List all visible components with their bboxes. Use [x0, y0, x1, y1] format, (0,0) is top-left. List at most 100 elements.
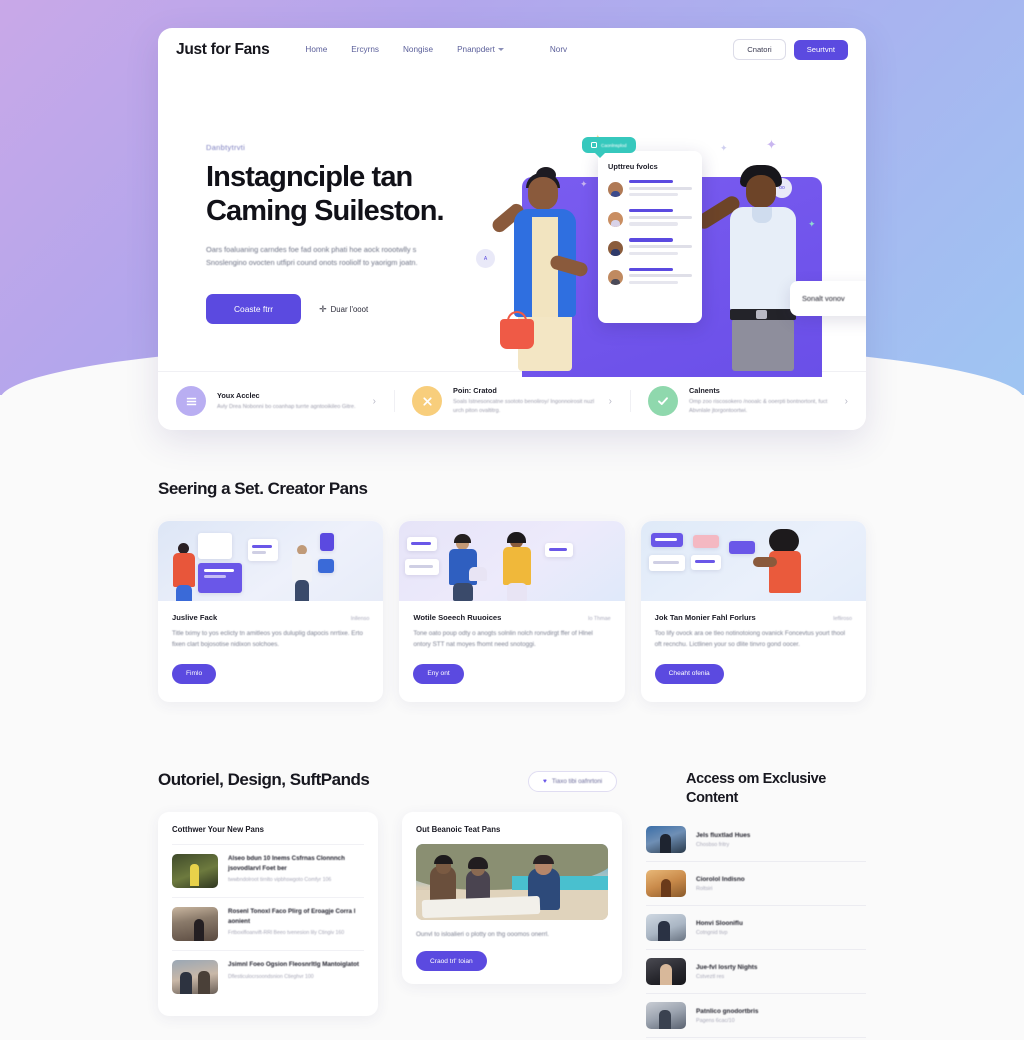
creator-card-1[interactable]: Juslive Fack Inllenso Title tximy to yos… — [158, 521, 384, 702]
nav-item-norv-label: Norv — [549, 45, 568, 54]
exclusive-item-title: Jels fluxtlad Hues — [696, 831, 751, 839]
plus-icon: ✛ — [319, 303, 327, 314]
exclusive-list-item[interactable]: Honvi Slooniflu Cotngnid tivp — [646, 906, 866, 950]
illustration-person-right — [693, 159, 828, 371]
creator-card-1-title: Juslive Fack — [172, 613, 218, 622]
creator-card-2-title: Wotile Soeech Ruuoices — [413, 613, 502, 622]
hero-feature-strip: Youx Acclec Avly Drea Nobonni bo coanhap… — [158, 371, 866, 430]
outoriel-pill-badge[interactable]: ♥ Tiaxo tibi oafnrtoni — [528, 771, 618, 792]
creator-card-3-desc: Too lify ovock ara oe tleo notinotoiong … — [654, 630, 846, 648]
chevron-right-icon[interactable]: › — [609, 396, 612, 407]
exclusive-content-list: Jels fluxtlad Hues Chosbso fritry Ciorol… — [646, 812, 866, 1038]
hero-eyebrow: Danbtytrvti — [206, 143, 246, 152]
article-row[interactable]: Jsimnl Foeo Ogsion Fleosnrltlg Mantoigla… — [172, 950, 364, 1003]
creator-card-1-button[interactable]: Fimlo — [172, 663, 217, 684]
feature-strip-item-3[interactable]: Calnents Omp zoo riscosokero /nooalc & o… — [630, 386, 866, 416]
article-meta: twwbndolroot tirnlto vipbhswgoto Comfyr … — [228, 877, 332, 884]
illustration-person-left — [489, 167, 606, 371]
panel-line — [629, 209, 674, 213]
avatar — [608, 182, 623, 198]
exclusive-thumbnail — [646, 870, 686, 897]
person-legs — [176, 585, 192, 601]
nav-item-ercyrns-label: Ercyrns — [351, 45, 380, 54]
chevron-right-icon[interactable]: › — [373, 396, 376, 407]
person-arm — [752, 557, 777, 567]
navbar: Just for Fans Home Ercyrns Nongise Pnanp… — [158, 28, 866, 71]
exclusive-list-item[interactable]: Ciorolol Indisno Roltsiri — [646, 862, 866, 906]
nav-item-home[interactable]: Home — [305, 45, 327, 54]
exclusive-item-sub: Pagens 6cac/10 — [696, 1017, 735, 1024]
article-thumbnail — [172, 907, 218, 941]
creator-card-2-image — [399, 521, 625, 601]
feature-strip-text: Calnents Omp zoo riscosokero /nooalc & o… — [689, 386, 834, 416]
hero-primary-button[interactable]: Coaste ftrr — [206, 294, 302, 325]
hero-secondary-link[interactable]: ✛ Duar l'ooot — [319, 304, 368, 315]
panel-line — [629, 186, 692, 190]
article-text: Jsimnl Foeo Ogsion Fleosnrltlg Mantoigla… — [228, 960, 364, 994]
person-legs — [453, 583, 474, 601]
feature-strip-item-2[interactable]: Poin: Cratod Soals Istnesoncatne ssototo… — [394, 386, 630, 416]
exclusive-thumbnail — [646, 914, 686, 941]
article-row[interactable]: Rosenl Tonoxl Faco Plirg of Eroagje Corr… — [172, 897, 364, 950]
creator-card-2-button[interactable]: Eny ont — [413, 663, 464, 684]
beanoic-teat-caption: Ounvl to isloalieri o plotty on thg ooom… — [416, 931, 550, 938]
avatar-bubble-left: A — [476, 249, 495, 268]
feature-strip-text: Youx Acclec Avly Drea Nobonni bo coanhap… — [217, 391, 362, 412]
hero-card: Just for Fans Home Ercyrns Nongise Pnanp… — [158, 28, 866, 430]
nav-item-nongise[interactable]: Nongise — [403, 45, 433, 54]
article-text: Rosenl Tonoxl Faco Plirg of Eroagje Corr… — [228, 907, 364, 941]
creator-card-3-image — [640, 521, 866, 601]
exclusive-list-item[interactable]: Patnlico gnodortbris Pagens 6cac/10 — [646, 994, 866, 1038]
creator-card-3[interactable]: Jok Tan Monier Fahl Forlurs Iefliroso To… — [640, 521, 866, 702]
panel-row — [608, 238, 692, 258]
panel-lines — [629, 209, 692, 229]
nav-item-nongise-label: Nongise — [403, 45, 434, 54]
hero-headline: Instagnciple tan Caming Suileston. — [206, 161, 486, 228]
article-thumbnail — [172, 854, 218, 888]
article-row[interactable]: Alseo bdun 10 Inems Csfrnas Clonnnch jso… — [172, 844, 364, 897]
exclusive-list-item[interactable]: Jels fluxtlad Hues Chosbso fritry — [646, 818, 866, 862]
mini-bar — [204, 575, 226, 578]
panel-line — [629, 215, 692, 219]
avatar — [608, 270, 623, 286]
signup-button[interactable]: Seurtvnt — [793, 39, 848, 60]
creator-card-1-desc: Title tximy to yos eclicty tn amitleos y… — [172, 630, 363, 648]
panel-lines — [629, 238, 692, 258]
avatar — [608, 240, 623, 256]
panel-line — [629, 238, 674, 242]
feature-strip-desc: Avly Drea Nobonni bo coanhap turrte agnt… — [217, 403, 356, 410]
chip-white-label: Sonalt vonov — [802, 294, 845, 303]
nav-item-pnanpdert[interactable]: Pnanpdert — [457, 45, 504, 54]
hero-headline-line1: Instagnciple tan — [206, 161, 413, 193]
exclusive-list-item[interactable]: Jue-fvl losrty Nights Cstveztl res — [646, 950, 866, 994]
feature-strip-item-1[interactable]: Youx Acclec Avly Drea Nobonni bo coanhap… — [158, 386, 394, 416]
section-outoriel-heading: Outoriel, Design, SuftPands — [158, 770, 370, 789]
brand-logo[interactable]: Just for Fans — [176, 41, 270, 59]
article-thumbnail — [172, 960, 218, 994]
new-pans-card: Cotthwer Your New Pans Alseo bdun 10 Ine… — [158, 812, 378, 1016]
exclusive-thumbnail — [646, 1002, 686, 1029]
article-meta: Frtboxifloanvift-RRl Beeo tvenesion lily… — [228, 930, 345, 937]
chevron-right-icon[interactable]: › — [845, 396, 848, 407]
creator-card-3-button[interactable]: Cheaht ofenia — [654, 663, 724, 684]
creator-card-2[interactable]: Wotile Soeech Ruuoices Io Thmae Tone oat… — [399, 521, 625, 702]
exclusive-item-title: Patnlico gnodortbris — [696, 1007, 759, 1015]
nav-item-ercyrns[interactable]: Ercyrns — [351, 45, 379, 54]
person-legs — [507, 583, 528, 601]
article-title: Rosenl Tonoxl Faco Plirg of Eroagje Corr… — [228, 908, 356, 925]
new-pans-card-title: Cotthwer Your New Pans — [172, 825, 264, 834]
nav-item-norv[interactable]: Norv — [550, 45, 567, 54]
check-icon — [648, 386, 678, 416]
section-creator-pans-heading: Seering a Set. Creator Pans — [158, 479, 368, 498]
sparkle-icon: ✦ — [720, 143, 728, 153]
person-hair — [768, 529, 799, 553]
beanoic-teat-card-title: Out Beanoic Teat Pans — [416, 825, 501, 834]
sparkle-icon: ✦ — [766, 137, 777, 152]
feature-strip-desc: Soals Istnesoncatne ssototo benoliroy/ I… — [453, 399, 595, 414]
beanoic-teat-card: Out Beanoic Teat Pans Ounvl to isloalier… — [402, 812, 622, 984]
login-button[interactable]: Cnatori — [733, 39, 786, 60]
list-icon — [176, 386, 206, 416]
beanoic-teat-button[interactable]: Craod trl' toian — [416, 951, 487, 971]
article-meta: Dflesticulocrsoondsnion Ctieghvr 100 — [228, 973, 314, 980]
hero-cta-group: Coaste ftrr ✛ Duar l'ooot — [206, 294, 486, 325]
